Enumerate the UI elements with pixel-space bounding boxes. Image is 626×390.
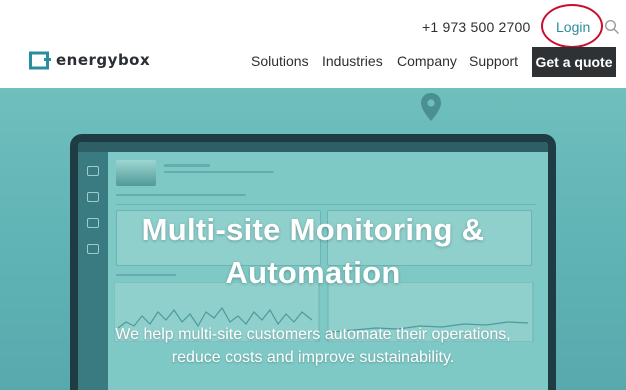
- login-link[interactable]: Login: [556, 19, 590, 35]
- map-pin-icon: [421, 93, 441, 121]
- placeholder-line: [164, 171, 274, 173]
- hero-headline-line2: Automation: [225, 255, 401, 290]
- nav-industries[interactable]: Industries: [322, 53, 383, 69]
- search-icon[interactable]: [604, 19, 620, 35]
- divider: [116, 204, 536, 205]
- placeholder-line: [116, 194, 246, 196]
- hero-headline-line1: Multi-site Monitoring &: [141, 212, 485, 247]
- get-a-quote-button[interactable]: Get a quote: [532, 47, 616, 77]
- grid-icon: [87, 192, 99, 202]
- hero-subtitle-line2: reduce costs and improve sustainability.: [171, 349, 455, 366]
- placeholder-line: [164, 164, 210, 167]
- nav-support[interactable]: Support: [469, 53, 518, 69]
- phone-number-link[interactable]: +1 973 500 2700: [422, 19, 531, 35]
- energybox-logo-icon[interactable]: [29, 49, 51, 71]
- dashboard-topbar: [78, 142, 548, 152]
- nav-company[interactable]: Company: [397, 53, 457, 69]
- site-header: +1 973 500 2700 Login energybox Solution…: [0, 0, 626, 88]
- hero-subtitle-line1: We help multi-site customers automate th…: [115, 326, 511, 343]
- bell-icon: [87, 166, 99, 176]
- site-thumbnail: [116, 160, 156, 186]
- logo-wordmark[interactable]: energybox: [56, 51, 150, 69]
- hero-section: Multi-site Monitoring & Automation We he…: [0, 88, 626, 390]
- nav-solutions[interactable]: Solutions: [251, 53, 309, 69]
